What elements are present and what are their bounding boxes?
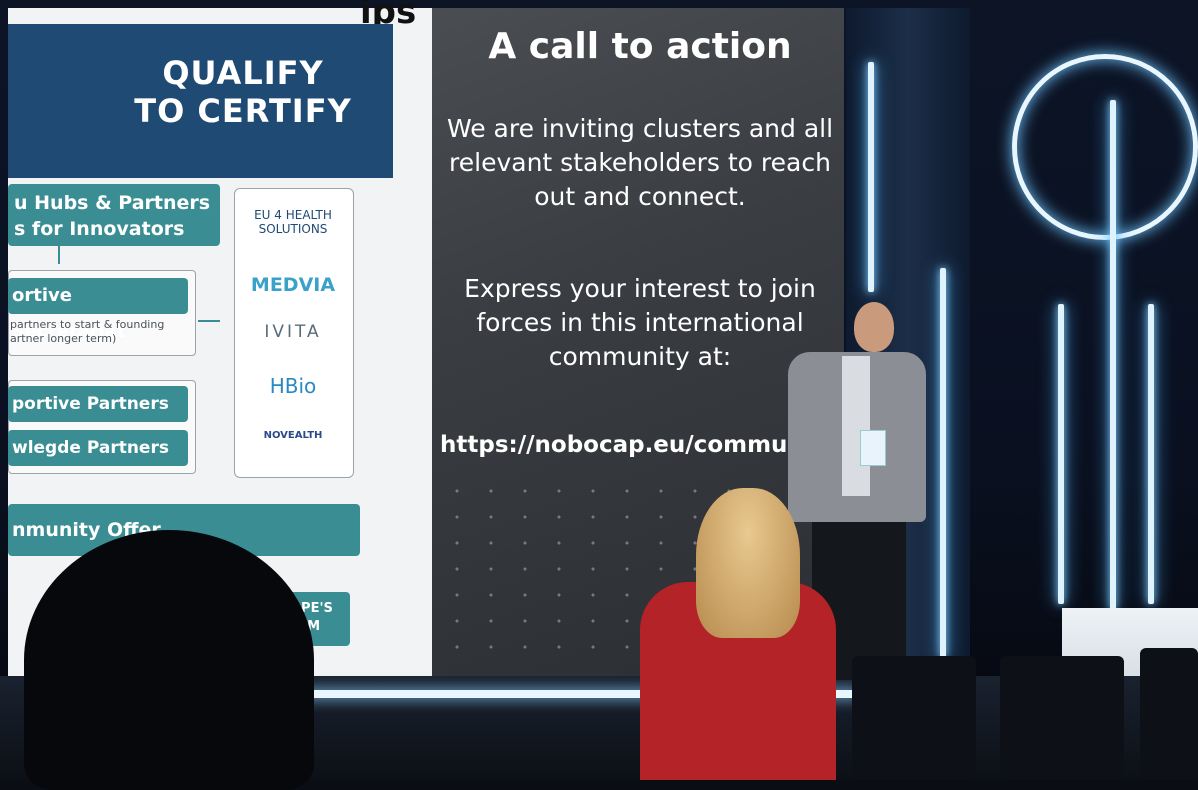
novealth-logo: NOVEALTH — [263, 430, 323, 441]
audience-chair — [1140, 648, 1198, 780]
audience-chair — [852, 656, 976, 780]
eu4health-logo: EU 4 HEALTH SOLUTIONS — [254, 208, 332, 236]
neon-light-bar — [1058, 304, 1064, 604]
cta-paragraph-express: Express your interest to join forces in … — [464, 274, 816, 371]
audience-member-blonde-hair — [696, 488, 800, 638]
speaker-badge — [860, 430, 886, 466]
ivita-logo: IVITA — [264, 322, 322, 342]
neon-light-bar — [1148, 304, 1154, 604]
cta-title: A call to action — [488, 26, 792, 67]
arrow-right — [198, 320, 220, 322]
secretariat-note: partners to start & founding artner long… — [10, 318, 165, 345]
qualify-to-certify-text: QUALIFY TO CERTIFY — [134, 54, 352, 130]
audience-member-silhouette — [24, 530, 314, 790]
neon-ring — [1012, 54, 1198, 240]
speaker-shirt — [842, 356, 870, 496]
knowledge-partners-box: wlegde Partners — [8, 430, 188, 466]
hbio-logo: HBio — [269, 374, 317, 398]
cta-url: https://nobocap.eu/communit — [440, 432, 823, 458]
medvia-logo: MEDVIA — [250, 274, 336, 296]
supportive-partners-box: portive Partners — [8, 386, 188, 422]
neon-light-bar — [1110, 100, 1116, 610]
neon-light-bar — [868, 62, 874, 292]
secretariat-box: ortive Secretariat — [8, 278, 188, 342]
arrow-up — [58, 244, 60, 264]
neon-light-bar — [940, 268, 946, 658]
speaker-head — [854, 302, 894, 352]
hubs-partners-box: u Hubs & Partners s for Innovators — [8, 184, 220, 246]
audience-chair — [1000, 656, 1124, 780]
cta-paragraph-invite: We are inviting clusters and all relevan… — [446, 114, 834, 211]
